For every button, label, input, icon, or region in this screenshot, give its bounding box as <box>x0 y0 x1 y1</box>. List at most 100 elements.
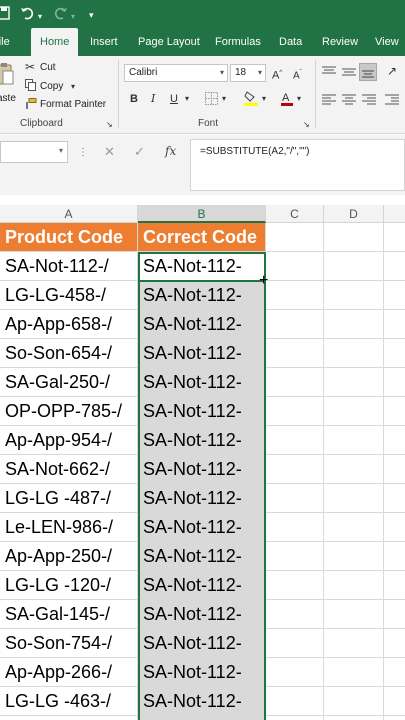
insert-function-icon[interactable]: fx <box>165 144 176 158</box>
underline-button[interactable]: U <box>170 92 178 106</box>
clipboard-launcher-icon[interactable]: ↘ <box>106 118 113 132</box>
grid-cell[interactable] <box>266 455 324 484</box>
align-top-icon[interactable] <box>322 66 336 82</box>
grid-cell[interactable] <box>384 600 405 629</box>
product-code-cell[interactable]: SA-Not-662-/ <box>0 455 138 484</box>
grid-cell[interactable] <box>266 484 324 513</box>
tab-view[interactable]: View <box>375 28 399 56</box>
product-code-cell[interactable]: LG-LG-458-/ <box>0 281 138 310</box>
font-color-dropdown-icon[interactable]: ▾ <box>297 92 301 106</box>
copy-button[interactable]: Copy <box>40 81 63 92</box>
column-header-b[interactable]: B <box>138 205 266 223</box>
tab-data[interactable]: Data <box>279 28 302 56</box>
grid-cell[interactable] <box>324 252 384 281</box>
grid-cell[interactable] <box>266 281 324 310</box>
product-code-cell[interactable]: Ap-App-954-/ <box>0 426 138 455</box>
copy-icon[interactable] <box>25 79 37 95</box>
product-code-cell[interactable]: LG-LG -463-/ <box>0 687 138 716</box>
grid-cell[interactable] <box>384 339 405 368</box>
paste-label[interactable]: aste <box>0 93 16 104</box>
align-middle-icon[interactable] <box>342 66 356 82</box>
grid-cell[interactable] <box>266 658 324 687</box>
grid-cell[interactable] <box>384 571 405 600</box>
cancel-icon[interactable]: ✕ <box>104 144 115 160</box>
align-center-icon[interactable] <box>342 94 356 109</box>
decrease-font-size-icon[interactable]: Aˇ <box>293 66 302 83</box>
grid-cell[interactable] <box>266 513 324 542</box>
cut-icon[interactable]: ✂ <box>25 60 35 74</box>
header-cell-product-code[interactable]: Product Code <box>0 223 138 252</box>
fill-color-dropdown-icon[interactable]: ▾ <box>262 92 266 106</box>
grid-cell[interactable] <box>266 600 324 629</box>
format-painter-button[interactable]: Format Painter <box>40 99 106 110</box>
grid-cell[interactable] <box>384 687 405 716</box>
underline-dropdown-icon[interactable]: ▾ <box>185 92 189 106</box>
grid-cell[interactable] <box>384 455 405 484</box>
grid-cell[interactable] <box>384 223 405 252</box>
borders-dropdown-icon[interactable]: ▾ <box>222 92 226 106</box>
italic-button[interactable]: I <box>151 92 155 106</box>
grid-cell[interactable] <box>266 252 324 281</box>
grid-cell[interactable] <box>384 484 405 513</box>
grid-cell[interactable] <box>266 542 324 571</box>
copy-dropdown-icon[interactable]: ▾ <box>71 80 75 94</box>
grid-cell[interactable] <box>266 571 324 600</box>
grid-cell[interactable] <box>324 600 384 629</box>
column-header-e[interactable] <box>384 205 405 223</box>
grid-cell[interactable] <box>266 368 324 397</box>
grid-cell[interactable] <box>324 455 384 484</box>
grid-cell[interactable] <box>324 542 384 571</box>
undo-icon[interactable] <box>20 6 36 23</box>
grid-cell[interactable] <box>384 397 405 426</box>
product-code-cell[interactable]: SA-Gal-145-/ <box>0 600 138 629</box>
grid-cell[interactable] <box>266 310 324 339</box>
font-name-select[interactable]: Calibri ▾ <box>124 64 228 82</box>
grid-cell[interactable] <box>266 339 324 368</box>
column-header-d[interactable]: D <box>324 205 384 223</box>
tab-insert[interactable]: Insert <box>90 28 118 56</box>
grid-cell[interactable] <box>324 716 384 720</box>
grid-cell[interactable] <box>384 368 405 397</box>
grid-cell[interactable] <box>384 281 405 310</box>
grid-cell[interactable] <box>266 716 324 720</box>
orientation-icon[interactable]: ↗ <box>387 64 397 78</box>
grid-cell[interactable] <box>324 426 384 455</box>
undo-dropdown-icon[interactable]: ▾ <box>38 9 42 25</box>
formula-options-icon[interactable]: ⋮ <box>78 147 88 158</box>
name-box[interactable]: ▾ <box>0 141 68 163</box>
borders-icon[interactable] <box>205 92 218 109</box>
cut-button[interactable]: Cut <box>40 62 56 73</box>
grid-cell[interactable] <box>266 426 324 455</box>
enter-icon[interactable]: ✓ <box>134 144 145 160</box>
grid-cell[interactable] <box>384 252 405 281</box>
align-bottom-icon[interactable] <box>359 63 377 81</box>
grid-cell[interactable] <box>266 223 324 252</box>
align-left-icon[interactable] <box>322 94 336 109</box>
formula-input[interactable]: =SUBSTITUTE(A2,"/","") <box>190 139 405 191</box>
grid-cell[interactable] <box>324 629 384 658</box>
increase-font-size-icon[interactable]: A^ <box>272 66 282 83</box>
product-code-cell[interactable]: Ap-App-250-/ <box>0 542 138 571</box>
indent-icon[interactable] <box>385 94 399 109</box>
grid-cell[interactable] <box>324 281 384 310</box>
paste-icon[interactable] <box>0 62 14 90</box>
align-right-icon[interactable] <box>362 94 376 109</box>
product-code-cell[interactable]: Ap-App-266-/ <box>0 658 138 687</box>
column-header-c[interactable]: C <box>266 205 324 223</box>
product-code-cell[interactable]: So-Son-754-/ <box>0 629 138 658</box>
redo-dropdown-icon[interactable]: ▾ <box>71 9 75 25</box>
product-code-cell[interactable]: OP-OPP-785-/ <box>0 397 138 426</box>
product-code-cell[interactable]: SA-Gal-250-/ <box>0 368 138 397</box>
grid-cell[interactable] <box>324 658 384 687</box>
column-header-a[interactable]: A <box>0 205 138 223</box>
format-painter-icon[interactable] <box>25 98 37 114</box>
grid-cell[interactable] <box>384 310 405 339</box>
grid-cell[interactable] <box>266 397 324 426</box>
grid-cell[interactable] <box>266 687 324 716</box>
font-launcher-icon[interactable]: ↘ <box>303 118 310 132</box>
product-code-cell[interactable]: LG-LG -120-/ <box>0 571 138 600</box>
grid-cell[interactable] <box>324 484 384 513</box>
redo-icon[interactable] <box>52 6 68 23</box>
grid-cell[interactable] <box>384 658 405 687</box>
tab-review[interactable]: Review <box>322 28 358 56</box>
